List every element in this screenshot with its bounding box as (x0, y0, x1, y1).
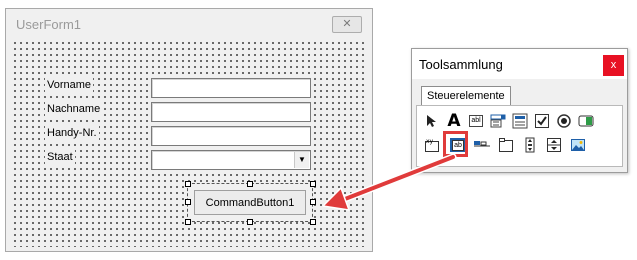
command-button-selection[interactable]: CommandButton1 (187, 183, 313, 222)
vorname-textbox[interactable] (151, 78, 311, 98)
resize-handle-top[interactable] (247, 181, 253, 187)
tab-steuerelemente[interactable]: Steuerelemente (421, 86, 511, 106)
command-button[interactable]: CommandButton1 (194, 190, 306, 215)
label-vorname[interactable]: Vorname (45, 78, 94, 92)
toolbox-titlebar[interactable]: Toolsammlung x (412, 49, 627, 79)
label-icon[interactable]: A (444, 111, 464, 131)
userform-close-button[interactable]: ✕ (332, 16, 362, 33)
listbox-icon[interactable] (510, 111, 530, 131)
frame-icon[interactable]: xy (422, 135, 442, 155)
optionbutton-icon[interactable] (554, 111, 574, 131)
scrollbar-icon[interactable] (520, 135, 540, 155)
resize-handle-bottom[interactable] (247, 219, 253, 225)
staat-combobox[interactable]: ▼ (151, 150, 311, 170)
userform-titlebar: UserForm1 ✕ (6, 9, 372, 38)
multipage-icon[interactable] (496, 135, 516, 155)
resize-handle-bottom-left[interactable] (185, 219, 191, 225)
toolbox-title: Toolsammlung (419, 57, 503, 72)
chevron-down-icon[interactable]: ▼ (294, 152, 309, 168)
toolbox-close-button[interactable]: x (603, 55, 624, 76)
resize-handle-left[interactable] (185, 199, 191, 205)
resize-handle-top-left[interactable] (185, 181, 191, 187)
textbox-icon[interactable]: abl (466, 111, 486, 131)
label-staat[interactable]: Staat (45, 150, 75, 164)
combobox-icon[interactable] (488, 111, 508, 131)
resize-handle-bottom-right[interactable] (310, 219, 316, 225)
close-icon: x (610, 59, 617, 71)
spinbutton-icon[interactable] (544, 135, 564, 155)
tabstrip-icon[interactable] (472, 135, 492, 155)
svg-text:xy: xy (426, 138, 434, 145)
userform-title: UserForm1 (16, 17, 82, 32)
checkbox-icon[interactable] (532, 111, 552, 131)
commandbutton-tool-highlight (443, 131, 468, 157)
nachname-textbox[interactable] (151, 102, 311, 122)
resize-handle-right[interactable] (310, 199, 316, 205)
togglebutton-icon[interactable] (576, 111, 596, 131)
label-handy-nr[interactable]: Handy-Nr. (45, 126, 99, 140)
select-objects-icon[interactable] (422, 111, 442, 131)
close-icon: ✕ (342, 18, 352, 30)
handy-nr-textbox[interactable] (151, 126, 311, 146)
label-nachname[interactable]: Nachname (45, 102, 103, 116)
resize-handle-top-right[interactable] (310, 181, 316, 187)
image-icon[interactable] (568, 135, 588, 155)
